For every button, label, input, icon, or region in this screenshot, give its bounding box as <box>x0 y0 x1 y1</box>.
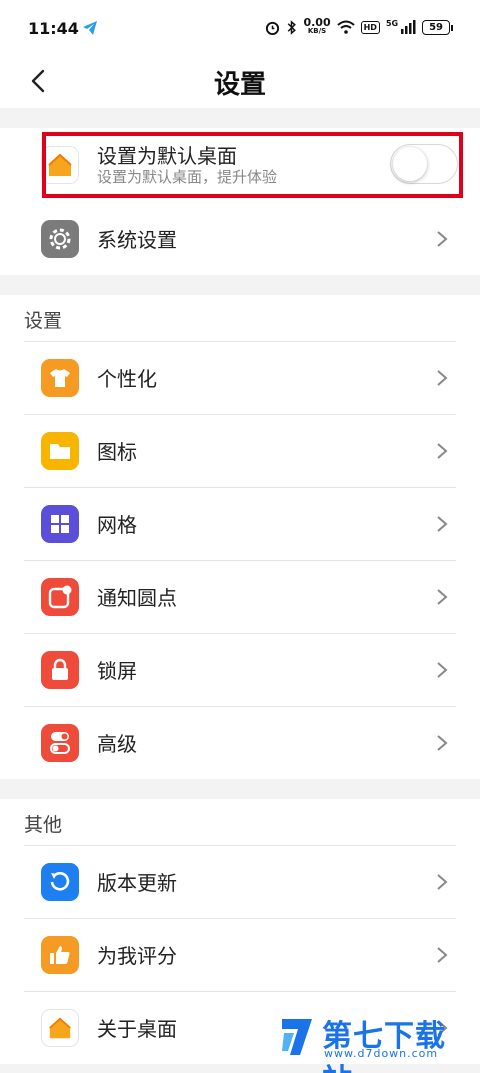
toggles-icon <box>41 723 79 762</box>
rate-us-row[interactable]: 为我评分 <box>0 918 480 991</box>
default-launcher-toggle[interactable] <box>390 144 458 184</box>
version-update-label: 版本更新 <box>97 871 177 895</box>
advanced-label: 高级 <box>97 732 137 756</box>
tshirt-icon <box>41 358 79 397</box>
other-section-title: 其他 <box>24 814 63 836</box>
system-settings-label: 系统设置 <box>97 228 177 252</box>
lock-icon <box>41 650 79 689</box>
status-bar: 11:44 0.00 KB/S HD 5G 59 <box>0 0 480 58</box>
header: 设置 <box>0 58 480 108</box>
watermark: 第七下载站 www.d7down.com <box>274 1007 474 1073</box>
grid-icon <box>41 504 79 543</box>
chevron-right-icon <box>437 515 448 532</box>
gear-icon <box>41 219 79 258</box>
grid-label: 网格 <box>97 513 137 537</box>
version-update-row[interactable]: 版本更新 <box>0 845 480 918</box>
notification-dot-row[interactable]: 通知圆点 <box>0 560 480 633</box>
speed-unit: KB/S <box>307 27 327 35</box>
personalize-row[interactable]: 个性化 <box>0 341 480 414</box>
lock-screen-row[interactable]: 锁屏 <box>0 633 480 706</box>
alarm-icon <box>266 21 280 35</box>
toggle-knob <box>393 147 427 181</box>
top-card: 设置为默认桌面 设置为默认桌面，提升体验 系统设置 <box>0 128 480 275</box>
network-speed: 0.00 KB/S <box>303 16 331 36</box>
status-time: 11:44 <box>28 19 79 38</box>
chevron-right-icon <box>437 369 448 386</box>
notification-dot-icon <box>41 577 79 616</box>
settings-section: 设置 个性化 图标 网格 通知圆点 锁屏 高级 <box>0 295 480 779</box>
settings-section-title: 设置 <box>24 310 63 332</box>
page-title: 设置 <box>213 70 266 100</box>
status-icons: 0.00 KB/S HD 5G 59 <box>265 16 453 36</box>
battery-level: 59 <box>422 19 453 35</box>
icons-label: 图标 <box>97 440 137 464</box>
thumbs-up-icon <box>41 935 79 974</box>
watermark-logo-icon <box>282 1019 312 1055</box>
signal-icon <box>401 20 416 34</box>
personalize-label: 个性化 <box>97 367 157 391</box>
bluetooth-icon <box>288 19 297 35</box>
home-icon <box>41 1008 79 1047</box>
default-launcher-row[interactable]: 设置为默认桌面 设置为默认桌面，提升体验 <box>0 128 480 202</box>
lock-screen-label: 锁屏 <box>97 659 137 683</box>
chevron-right-icon <box>437 873 448 890</box>
wifi-icon <box>336 20 355 34</box>
icons-row[interactable]: 图标 <box>0 414 480 487</box>
grid-row[interactable]: 网格 <box>0 487 480 560</box>
watermark-title: 第七下载站 <box>322 1019 446 1073</box>
chevron-right-icon <box>437 230 448 247</box>
refresh-icon <box>41 862 79 901</box>
rate-us-label: 为我评分 <box>97 944 177 968</box>
chevron-right-icon <box>437 442 448 459</box>
system-settings-row[interactable]: 系统设置 <box>0 202 480 275</box>
chevron-right-icon <box>437 734 448 751</box>
watermark-url: www.d7down.com <box>324 1047 439 1060</box>
chevron-right-icon <box>437 588 448 605</box>
chevron-right-icon <box>437 946 448 963</box>
advanced-row[interactable]: 高级 <box>0 706 480 779</box>
folder-icon <box>41 431 79 470</box>
speed-value: 0.00 <box>303 16 331 29</box>
hd-badge: HD <box>360 20 380 34</box>
about-launcher-label: 关于桌面 <box>97 1017 177 1041</box>
telegram-icon <box>83 21 97 35</box>
notification-dot-label: 通知圆点 <box>97 586 177 610</box>
chevron-right-icon <box>437 661 448 678</box>
network-type: 5G <box>385 18 399 28</box>
